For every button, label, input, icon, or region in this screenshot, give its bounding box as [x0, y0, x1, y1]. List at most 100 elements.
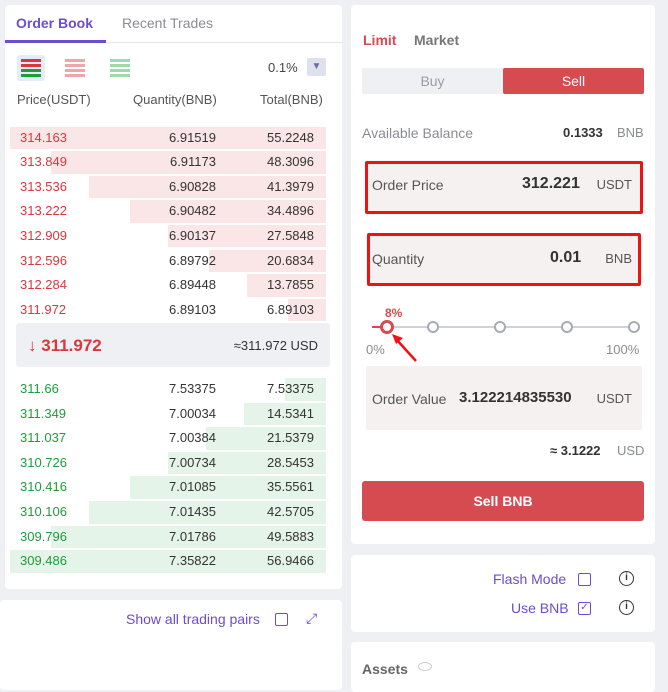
slider-step-75[interactable]: [561, 321, 573, 333]
bid-total: 14.5341: [267, 405, 314, 421]
ask-qty: 6.90482: [169, 203, 216, 219]
bid-qty: 7.01085: [169, 479, 216, 495]
ask-total: 48.3096: [267, 154, 314, 170]
bid-total: 35.5561: [267, 479, 314, 495]
order-price-highlight: [365, 161, 643, 214]
ask-qty: 6.90137: [169, 227, 216, 243]
ask-price: 312.909: [20, 227, 67, 243]
approx-unit: USD: [617, 443, 645, 458]
last-price-usd: ≈311.972 USD: [233, 338, 318, 353]
bid-row[interactable]: 311.349 7.00034 14.5341: [10, 402, 326, 427]
ask-total: 13.7855: [267, 277, 314, 293]
bid-total: 7.53375: [267, 381, 314, 396]
both-sides-view-icon[interactable]: [17, 55, 45, 81]
ask-qty: 6.91519: [169, 129, 216, 145]
chevron-down-icon[interactable]: ▼: [307, 58, 326, 76]
arrow-down-icon: ↓: [28, 336, 37, 355]
sell-bnb-button[interactable]: Sell BNB: [362, 481, 644, 521]
bid-row[interactable]: 309.486 7.35822 56.9466: [10, 549, 326, 574]
ask-row[interactable]: 312.909 6.90137 27.5848: [10, 224, 326, 249]
ask-total: 55.2248: [267, 129, 314, 145]
show-all-pairs-checkbox[interactable]: [275, 613, 288, 626]
bid-qty: 7.00384: [169, 430, 216, 446]
ask-total: 6.89103: [267, 301, 314, 317]
bid-total: 49.5883: [267, 528, 314, 544]
bid-row[interactable]: 310.416 7.01085 35.5561: [10, 475, 326, 500]
tab-order-book[interactable]: Order Book: [5, 5, 106, 43]
bids-only-view-icon[interactable]: [106, 55, 134, 81]
slider-step-25[interactable]: [427, 321, 439, 333]
ask-total: 41.3979: [267, 178, 314, 194]
ask-row[interactable]: 313.849 6.91173 48.3096: [10, 150, 326, 175]
ask-total: 20.6834: [267, 252, 314, 268]
slider-max-label: 100%: [606, 342, 640, 357]
ask-row[interactable]: 311.972 6.89103 6.89103: [10, 298, 326, 323]
bid-price: 309.486: [20, 553, 67, 569]
ask-price: 311.972: [20, 301, 67, 317]
slider-step-100[interactable]: [628, 321, 640, 333]
last-price-bar: ↓ 311.972 ≈311.972 USD: [16, 323, 330, 367]
bid-price: 309.796: [20, 528, 67, 544]
quantity-highlight: [367, 233, 641, 286]
ask-qty: 6.90828: [169, 178, 216, 194]
ask-price: 313.849: [20, 154, 67, 170]
ask-price: 312.284: [20, 277, 67, 293]
approx-value: ≈ 3.1222: [550, 443, 601, 458]
assets-title: Assets: [362, 661, 408, 677]
ask-row[interactable]: 312.284 6.89448 13.7855: [10, 273, 326, 298]
slider-step-50[interactable]: [494, 321, 506, 333]
column-header-quantity: Quantity(BNB): [133, 92, 217, 107]
slider-percent-label: 8%: [385, 306, 403, 320]
bid-total: 56.9466: [267, 553, 314, 569]
bid-total: 42.5705: [267, 504, 314, 519]
eye-icon[interactable]: [418, 662, 432, 671]
ask-price: 312.596: [20, 252, 67, 268]
available-balance-value: 0.1333: [563, 125, 603, 140]
bid-price: 310.416: [20, 479, 67, 495]
order-value-amount: 3.122214835530: [459, 389, 572, 406]
bid-row[interactable]: 311.66 7.53375 7.53375: [10, 377, 326, 402]
ask-row[interactable]: 314.163 6.91519 55.2248: [10, 126, 326, 151]
bid-price: 310.106: [20, 504, 67, 519]
bid-price: 311.66: [20, 381, 59, 396]
buy-toggle-button[interactable]: Buy: [362, 68, 503, 94]
order-value-label: Order Value: [372, 391, 447, 407]
available-balance-label: Available Balance: [362, 125, 474, 141]
available-balance-unit: BNB: [617, 125, 644, 140]
ask-price: 313.222: [20, 203, 67, 219]
flash-mode-info-icon[interactable]: i: [619, 571, 634, 586]
tab-market[interactable]: Market: [414, 32, 459, 48]
tab-recent-trades[interactable]: Recent Trades: [122, 5, 213, 43]
sell-toggle-button[interactable]: Sell: [503, 68, 644, 94]
asks-only-view-icon[interactable]: [61, 55, 89, 81]
bid-qty: 7.00034: [169, 405, 216, 421]
flash-mode-checkbox[interactable]: [578, 573, 591, 586]
bid-qty: 7.00734: [169, 454, 216, 470]
use-bnb-info-icon[interactable]: i: [619, 600, 634, 615]
bid-price: 311.349: [20, 405, 67, 421]
ask-total: 34.4896: [267, 203, 314, 219]
bid-row[interactable]: 310.726 7.00734 28.5453: [10, 451, 326, 476]
side-toggle: Buy Sell: [362, 68, 644, 94]
settings-panel: [351, 555, 655, 632]
tab-limit[interactable]: Limit: [363, 32, 396, 48]
bid-row[interactable]: 310.106 7.01435 42.5705: [10, 500, 326, 525]
bid-row[interactable]: 311.037 7.00384 21.5379: [10, 426, 326, 451]
order-value-field: Order Value 3.122214835530 USDT: [366, 366, 642, 430]
ask-row[interactable]: 312.596 6.89792 20.6834: [10, 249, 326, 274]
ask-qty: 6.89448: [169, 277, 216, 293]
ask-row[interactable]: 313.536 6.90828 41.3979: [10, 175, 326, 200]
order-value-unit: USDT: [596, 391, 632, 406]
ask-row[interactable]: 313.222 6.90482 34.4896: [10, 199, 326, 224]
ask-price: 313.536: [20, 178, 67, 194]
ask-qty: 6.89103: [169, 301, 216, 317]
bid-row[interactable]: 309.796 7.01786 49.5883: [10, 525, 326, 550]
bid-total: 21.5379: [267, 430, 314, 446]
pointer-arrow-icon: [392, 334, 417, 362]
show-all-pairs-label[interactable]: Show all trading pairs: [126, 611, 260, 627]
bid-qty: 7.01435: [169, 504, 216, 519]
expand-icon[interactable]: ⤢: [306, 610, 317, 627]
bid-price: 310.726: [20, 454, 67, 470]
precision-value: 0.1%: [268, 60, 298, 75]
use-bnb-checkbox[interactable]: ✓: [578, 602, 591, 615]
